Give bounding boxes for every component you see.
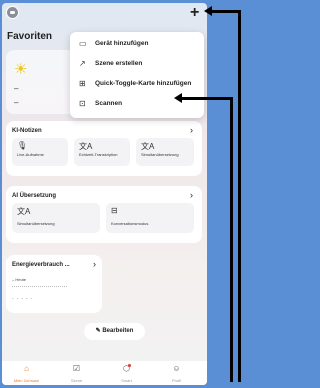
menu-item-quick-toggle[interactable]: ⊞ Quick-Toggle-Karte hinzufügen	[70, 74, 204, 94]
weather-value-1: –	[14, 84, 19, 93]
tile-label: Simultanübersetzung	[17, 221, 55, 226]
notification-badge	[128, 364, 131, 367]
tile-label: Simultanübersetzung	[141, 152, 179, 157]
bottom-nav: ⌂ Mein Zuhause ☑ Szene ⬡ Smart ☺ Profil	[2, 361, 207, 385]
energy-value: -----	[12, 296, 36, 302]
chevron-right-icon[interactable]: ›	[190, 190, 193, 200]
tile-conversation-mode[interactable]: ⊟ Konversationsmodus	[106, 203, 194, 233]
tile-label: Konversationsmodus	[111, 221, 149, 226]
arrowhead-icon	[174, 93, 182, 103]
annotation-arrow-scan-vertical	[230, 97, 233, 382]
weather-value-2: –	[14, 98, 19, 107]
energy-card[interactable]: Energieverbrauch ... › – Heute -----	[6, 255, 102, 313]
add-menu-dropdown: ▭ Gerät hinzufügen ↗ Szene erstellen ⊞ Q…	[70, 32, 204, 118]
tile-live-recording[interactable]: 🎙 Live-Aufnahme	[12, 138, 68, 166]
arrowhead-icon	[204, 6, 212, 16]
ai-translation-card[interactable]: AI Übersetzung › 文A Simultanübersetzung …	[6, 186, 202, 243]
annotation-arrow-top-vertical	[238, 10, 241, 382]
menu-item-add-device[interactable]: ▭ Gerät hinzufügen	[70, 34, 204, 54]
annotation-arrow-top	[208, 10, 238, 13]
menu-item-label: Scannen	[95, 100, 123, 107]
divider	[12, 286, 67, 287]
tile-simultaneous-translation[interactable]: 文A Simultanübersetzung	[136, 138, 194, 166]
page-title: Favoriten	[7, 31, 53, 42]
scan-icon: ⊡	[79, 99, 86, 108]
nav-item-profile[interactable]: ☺ Profil	[154, 364, 199, 383]
ki-notes-card[interactable]: KI-Notizen › 🎙 Live-Aufnahme 文A Echtzeit…	[6, 121, 202, 176]
profile-icon: ☺	[172, 364, 181, 373]
nav-item-home[interactable]: ⌂ Mein Zuhause	[4, 364, 49, 383]
add-device-icon: ▭	[79, 39, 87, 48]
nav-label: Smart	[121, 378, 132, 383]
sun-icon: ☀	[14, 61, 28, 78]
phone-screen: + Favoriten ☀ – – KI-Notizen › 🎙 Live-Au…	[2, 3, 207, 385]
edit-icon: ✎	[95, 328, 101, 334]
nav-label: Szene	[70, 378, 83, 383]
nav-item-smart[interactable]: ⬡ Smart	[104, 364, 149, 383]
menu-item-label: Szene erstellen	[95, 60, 143, 67]
card-title: KI-Notizen	[12, 128, 42, 134]
translate-icon: 文A	[141, 142, 155, 151]
home-icon: ⌂	[24, 364, 29, 373]
translate-icon: 文A	[17, 207, 31, 216]
card-title: Energieverbrauch ...	[12, 262, 70, 268]
smart-icon: ⬡	[123, 364, 130, 373]
energy-period: – Heute	[12, 277, 27, 282]
conversation-icon: ⊟	[111, 206, 118, 215]
tile-simultaneous-translation[interactable]: 文A Simultanübersetzung	[12, 203, 100, 233]
annotation-arrow-scan	[180, 97, 233, 100]
avatar[interactable]	[6, 6, 19, 19]
menu-item-label: Gerät hinzufügen	[95, 40, 149, 47]
quick-toggle-icon: ⊞	[79, 79, 86, 88]
chevron-right-icon[interactable]: ›	[93, 259, 96, 269]
edit-button[interactable]: ✎ Bearbeiten	[84, 323, 145, 340]
nav-label: Profil	[171, 378, 182, 383]
tile-label: Live-Aufnahme	[17, 152, 44, 157]
chevron-right-icon[interactable]: ›	[190, 125, 193, 135]
microphone-icon: 🎙	[17, 141, 28, 150]
nav-item-scene[interactable]: ☑ Szene	[54, 364, 99, 383]
edit-label: Bearbeiten	[102, 328, 134, 334]
tile-label: Echtzeit-Transkription	[79, 152, 118, 157]
menu-item-label: Quick-Toggle-Karte hinzufügen	[95, 80, 192, 87]
scene-icon: ☑	[72, 364, 81, 373]
create-scene-icon: ↗	[79, 59, 86, 68]
card-title: AI Übersetzung	[12, 193, 57, 199]
menu-item-create-scene[interactable]: ↗ Szene erstellen	[70, 54, 204, 74]
tile-realtime-transcription[interactable]: 文A Echtzeit-Transkription	[74, 138, 130, 166]
nav-label: Mein Zuhause	[13, 378, 40, 383]
add-icon[interactable]: +	[190, 5, 199, 21]
translate-icon: 文A	[79, 142, 93, 151]
